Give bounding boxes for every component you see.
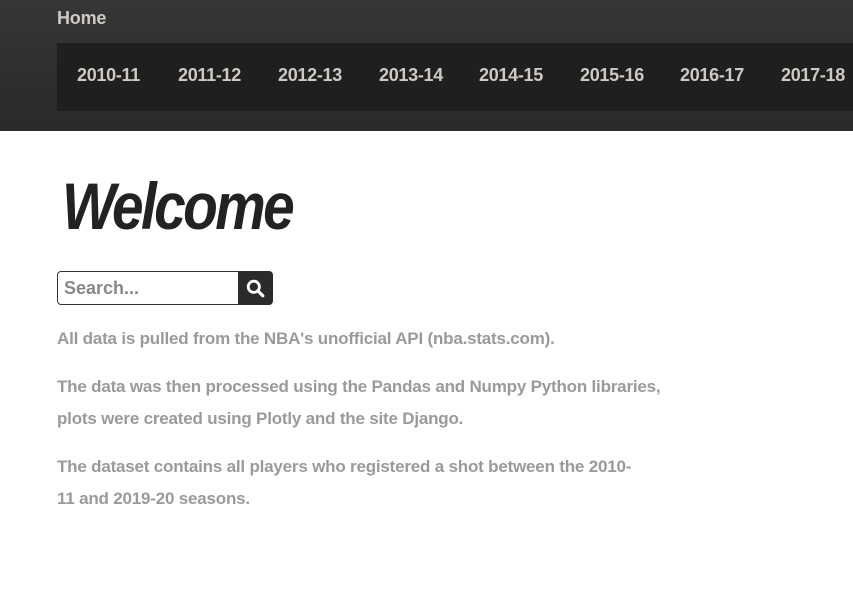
search-input[interactable] <box>57 271 239 305</box>
season-tab-2012-13[interactable]: 2012-13 <box>278 65 342 86</box>
season-tab-2011-12[interactable]: 2011-12 <box>178 65 241 86</box>
page-title: Welcome <box>62 169 295 243</box>
season-tab-2015-16[interactable]: 2015-16 <box>580 65 644 86</box>
intro-paragraph-dataset: The dataset contains all players who reg… <box>57 457 632 508</box>
season-tab-2016-17[interactable]: 2016-17 <box>680 65 744 86</box>
season-tab-2010-11[interactable]: 2010-11 <box>77 65 140 86</box>
search-button[interactable] <box>238 271 273 305</box>
season-tab-2017-18[interactable]: 2017-18 <box>781 65 845 86</box>
season-tab-2013-14[interactable]: 2013-14 <box>379 65 443 86</box>
home-link[interactable]: Home <box>57 8 106 29</box>
intro-paragraph-processing: The data was then processed using the Pa… <box>57 377 661 428</box>
site-header: Home 2010-11 2011-12 2012-13 2013-14 201… <box>0 0 853 131</box>
intro-paragraph-api: All data is pulled from the NBA's unoffi… <box>57 329 555 348</box>
season-nav: 2010-11 2011-12 2012-13 2013-14 2014-15 … <box>57 43 853 111</box>
season-tab-2014-15[interactable]: 2014-15 <box>479 65 543 86</box>
